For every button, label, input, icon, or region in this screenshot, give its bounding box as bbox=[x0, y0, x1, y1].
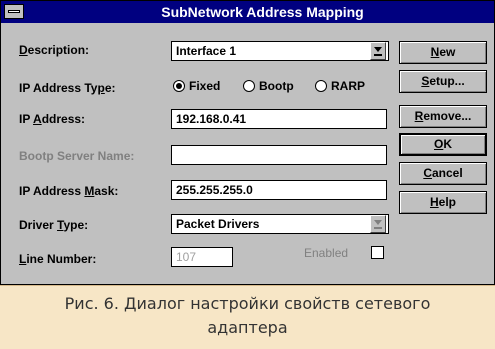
dropdown-arrow-icon bbox=[374, 47, 382, 56]
figure-caption: Рис. 6. Диалог настройки свойств сетевог… bbox=[0, 285, 495, 349]
title-bar[interactable]: SubNetwork Address Mapping bbox=[1, 1, 494, 23]
system-menu-button[interactable] bbox=[4, 4, 24, 19]
cancel-button[interactable]: Cancel bbox=[399, 162, 487, 185]
new-button[interactable]: New bbox=[399, 41, 487, 64]
subnetwork-dialog: SubNetwork Address Mapping Description: … bbox=[0, 0, 495, 285]
line-number-label: Line Number: bbox=[19, 252, 97, 266]
radio-bootp[interactable]: Bootp bbox=[243, 79, 294, 93]
radio-rarp-icon bbox=[315, 80, 327, 92]
radio-fixed-icon bbox=[173, 80, 185, 92]
driver-type-label: Driver Type: bbox=[19, 218, 89, 232]
driver-type-combobox[interactable]: Packet Drivers bbox=[171, 214, 389, 234]
ip-address-input[interactable]: 192.168.0.41 bbox=[171, 109, 387, 129]
help-button[interactable]: Help bbox=[399, 191, 487, 214]
ip-type-label: IP Address Type: bbox=[19, 81, 116, 95]
description-combobox[interactable]: Interface 1 bbox=[171, 41, 389, 61]
ip-address-label: IP Address: bbox=[19, 112, 86, 126]
driver-type-value: Packet Drivers bbox=[176, 217, 260, 231]
bootp-server-label: Bootp Server Name: bbox=[19, 149, 135, 163]
ip-mask-label: IP Address Mask: bbox=[19, 184, 119, 198]
description-dropdown-button[interactable] bbox=[370, 42, 386, 60]
driver-type-dropdown-button[interactable] bbox=[370, 215, 386, 233]
system-menu-icon bbox=[8, 10, 20, 13]
radio-bootp-icon bbox=[243, 80, 255, 92]
enabled-checkbox[interactable] bbox=[371, 246, 384, 259]
description-value: Interface 1 bbox=[176, 44, 237, 58]
ip-mask-input[interactable]: 255.255.255.0 bbox=[171, 180, 387, 200]
window-title: SubNetwork Address Mapping bbox=[161, 4, 364, 20]
remove-button[interactable]: Remove... bbox=[399, 105, 487, 128]
radio-rarp[interactable]: RARP bbox=[315, 79, 365, 93]
description-label: Description: bbox=[19, 43, 90, 57]
dropdown-arrow-icon bbox=[374, 220, 382, 229]
radio-fixed[interactable]: Fixed bbox=[173, 79, 220, 93]
ok-button[interactable]: OK bbox=[399, 133, 487, 156]
enabled-label: Enabled bbox=[304, 246, 349, 260]
line-number-input[interactable]: 107 bbox=[171, 247, 233, 267]
bootp-server-input[interactable] bbox=[171, 145, 387, 165]
setup-button[interactable]: Setup... bbox=[399, 70, 487, 93]
